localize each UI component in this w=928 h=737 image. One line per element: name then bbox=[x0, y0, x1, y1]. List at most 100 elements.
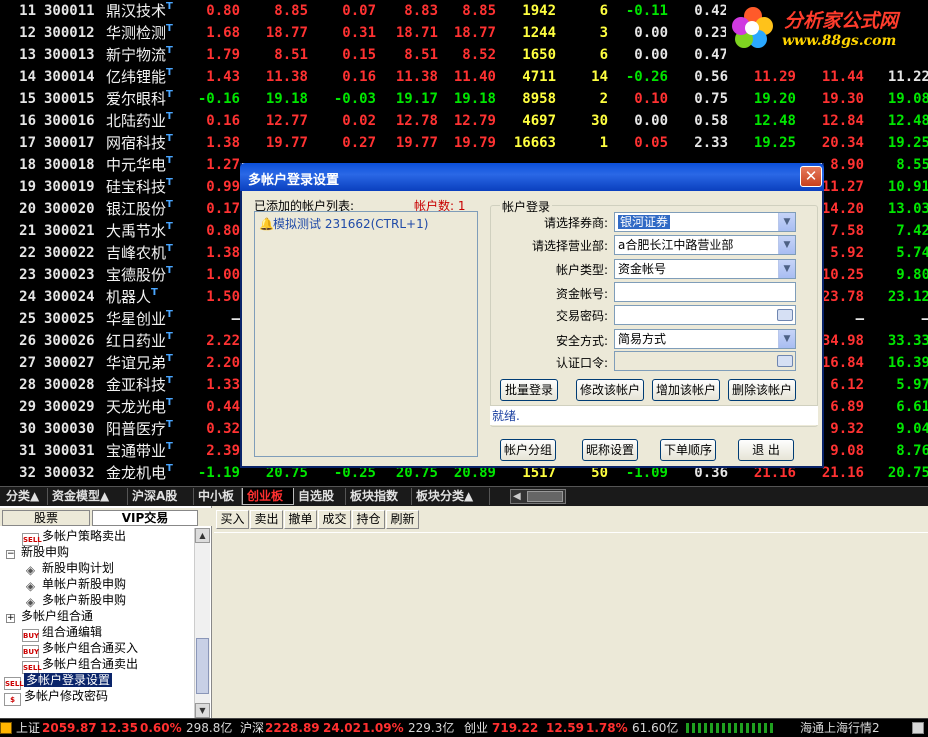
cell-ask: 8.52 bbox=[462, 47, 496, 63]
chevron-down-icon[interactable]: ▼ bbox=[778, 213, 795, 231]
tree-item-label: 多帐户组合通卖出 bbox=[42, 657, 139, 671]
quote-row[interactable]: 14 300014 亿纬锂能T 1.43 11.38 0.16 11.38 11.40 4711… bbox=[0, 66, 928, 88]
cell-low: 10.91 bbox=[887, 179, 928, 195]
volume-bar bbox=[686, 723, 689, 733]
sheet-tab[interactable]: 板块分类▲ bbox=[412, 488, 490, 505]
chevron-left-icon[interactable]: ◀ bbox=[513, 490, 521, 504]
scroll-up-icon[interactable]: ▲ bbox=[195, 528, 210, 543]
cell-high: 12.84 bbox=[821, 113, 864, 129]
account-list-item[interactable]: 🔔模拟测试 231662(CTRL+1) bbox=[259, 215, 428, 232]
cell-open: 12.48 bbox=[753, 113, 796, 129]
tab-scrollbar[interactable]: ◀ bbox=[510, 489, 566, 504]
auth-code-input[interactable] bbox=[614, 351, 796, 371]
connection-icon[interactable] bbox=[912, 722, 924, 734]
tree-item[interactable]: BUY 多帐户组合通买入 bbox=[22, 640, 138, 658]
sheet-tab[interactable]: 自选股 bbox=[294, 488, 346, 505]
batch-login-button[interactable]: 批量登录 bbox=[500, 379, 558, 401]
tree-item-label: 多帐户修改密码 bbox=[24, 689, 109, 703]
tab-stock[interactable]: 股票 bbox=[2, 510, 90, 526]
security-method-select[interactable]: 简易方式 ▼ bbox=[614, 329, 796, 349]
fund-account-input[interactable] bbox=[614, 282, 796, 302]
tree-item[interactable]: SELL 多帐户登录设置 bbox=[4, 672, 113, 690]
quote-row[interactable]: 17 300017 网宿科技T 1.38 19.77 0.27 19.77 19.79 1666… bbox=[0, 132, 928, 154]
tree-item[interactable]: SELL多帐户组合通卖出 bbox=[22, 656, 139, 674]
trade-toolbar-button[interactable]: 买入 bbox=[216, 510, 249, 529]
chevron-down-icon[interactable]: ▼ bbox=[778, 260, 795, 278]
exit-button[interactable]: 退 出 bbox=[738, 439, 794, 461]
order-sequence-button[interactable]: 下单顺序 bbox=[660, 439, 716, 461]
modify-account-button[interactable]: 修改该帐户 bbox=[576, 379, 644, 401]
tree-item[interactable]: ◈ 新股申购计划 bbox=[22, 560, 114, 577]
trade-toolbar-button[interactable]: 持仓 bbox=[352, 510, 385, 529]
sheet-tab[interactable]: 中小板 bbox=[194, 488, 242, 505]
account-type-value: 资金帐号 bbox=[618, 262, 667, 276]
branch-select[interactable]: a合肥长江中路营业部 ▼ bbox=[614, 235, 796, 255]
delete-account-button[interactable]: 删除该帐户 bbox=[728, 379, 796, 401]
scroll-thumb[interactable] bbox=[196, 638, 209, 694]
sheet-tab[interactable]: 资金模型▲ bbox=[48, 488, 128, 505]
cell-chg: 1.38 bbox=[206, 245, 240, 261]
cell-low: 12.48 bbox=[887, 113, 928, 129]
cell-cur: 1 bbox=[599, 135, 608, 151]
margin-trading-badge: T bbox=[166, 463, 173, 474]
account-type-select[interactable]: 资金帐号 ▼ bbox=[614, 259, 796, 279]
quote-row[interactable]: 16 300016 北陆药业T 0.16 12.77 0.02 12.78 12.79 4697… bbox=[0, 110, 928, 132]
tree-item[interactable]: + 多帐户组合通 bbox=[6, 608, 93, 624]
trade-panel: 股票 VIP交易 SELL多帐户策略卖出 − 新股申购 ◈ 新股申购计划 ◈ 单帐户新股申购… bbox=[0, 506, 928, 718]
cell-idx: 20 bbox=[19, 201, 36, 217]
broker-select[interactable]: 银河证券 ▼ bbox=[614, 212, 796, 232]
market-icon[interactable] bbox=[0, 722, 12, 734]
cell-spd: -0.26 bbox=[625, 69, 668, 85]
margin-trading-badge: T bbox=[166, 419, 173, 430]
chevron-down-icon[interactable]: ▼ bbox=[778, 236, 795, 254]
dialog-titlebar[interactable]: 多帐户登录设置 ✕ bbox=[240, 163, 824, 191]
cell-idx: 17 bbox=[19, 135, 36, 151]
volume-bar bbox=[746, 723, 749, 733]
close-button[interactable]: ✕ bbox=[800, 166, 822, 187]
add-account-button[interactable]: 增加该帐户 bbox=[652, 379, 720, 401]
cell-spd: 0.00 bbox=[634, 25, 668, 41]
sheet-tab[interactable]: 板块指数 bbox=[346, 488, 412, 505]
quote-row[interactable]: 15 300015 爱尔眼科T -0.16 19.18 -0.03 19.17 19.18 89… bbox=[0, 88, 928, 110]
tree-scrollbar[interactable]: ▲ ▼ bbox=[194, 528, 210, 718]
broker-label: 请选择券商: bbox=[543, 216, 608, 230]
keyboard-icon[interactable] bbox=[777, 309, 793, 321]
trade-toolbar-button[interactable]: 卖出 bbox=[250, 510, 283, 529]
volume-bar bbox=[704, 723, 707, 733]
trade-toolbar-button[interactable]: 撤单 bbox=[284, 510, 317, 529]
cell-open: 19.20 bbox=[753, 91, 796, 107]
cell-chg: 1.43 bbox=[206, 69, 240, 85]
sheet-tab[interactable]: 分类▲ bbox=[2, 488, 48, 505]
tree-item[interactable]: ◈ 单帐户新股申购 bbox=[22, 576, 126, 593]
collapse-icon: − bbox=[6, 549, 15, 559]
sheet-tab[interactable]: 沪深A股 bbox=[128, 488, 194, 505]
sheet-tab[interactable]: 创业板 bbox=[242, 488, 294, 505]
tree-item[interactable]: $ 多帐户修改密码 bbox=[4, 688, 109, 706]
function-tree: SELL多帐户策略卖出 − 新股申购 ◈ 新股申购计划 ◈ 单帐户新股申购 ◈ 多帐户新股申购 +… bbox=[0, 528, 194, 716]
cell-chg: 1.79 bbox=[206, 47, 240, 63]
cell-code: 300020 bbox=[44, 201, 95, 217]
keyboard-icon[interactable] bbox=[777, 355, 793, 367]
account-list[interactable]: 🔔模拟测试 231662(CTRL+1) bbox=[254, 211, 478, 457]
chevron-down-icon[interactable]: ▼ bbox=[778, 330, 795, 348]
cell-bid: 8.51 bbox=[404, 47, 438, 63]
trade-password-input[interactable] bbox=[614, 305, 796, 325]
trade-toolbar-button[interactable]: 刷新 bbox=[386, 510, 419, 529]
cell-code: 300013 bbox=[44, 47, 95, 63]
tab-vip-trade[interactable]: VIP交易 bbox=[92, 510, 198, 526]
trade-toolbar-button[interactable]: 成交 bbox=[318, 510, 351, 529]
dialog-status: 就绪. bbox=[490, 405, 818, 425]
scroll-thumb[interactable] bbox=[527, 491, 563, 502]
cell-idx: 16 bbox=[19, 113, 36, 129]
tree-item[interactable]: − 新股申购 bbox=[6, 544, 69, 560]
tree-item[interactable]: BUY 组合通编辑 bbox=[22, 624, 102, 642]
scroll-down-icon[interactable]: ▼ bbox=[195, 703, 210, 718]
account-group-button[interactable]: 帐户分组 bbox=[500, 439, 556, 461]
account-item-label: 模拟测试 231662(CTRL+1) bbox=[273, 217, 429, 231]
nickname-settings-button[interactable]: 昵称设置 bbox=[582, 439, 638, 461]
cell-high: 19.30 bbox=[821, 91, 864, 107]
margin-trading-badge: T bbox=[166, 397, 173, 408]
tree-item[interactable]: SELL多帐户策略卖出 bbox=[22, 528, 126, 546]
tree-item[interactable]: ◈ 多帐户新股申购 bbox=[22, 592, 126, 609]
server-name[interactable]: 海通上海行情2 bbox=[800, 719, 880, 737]
